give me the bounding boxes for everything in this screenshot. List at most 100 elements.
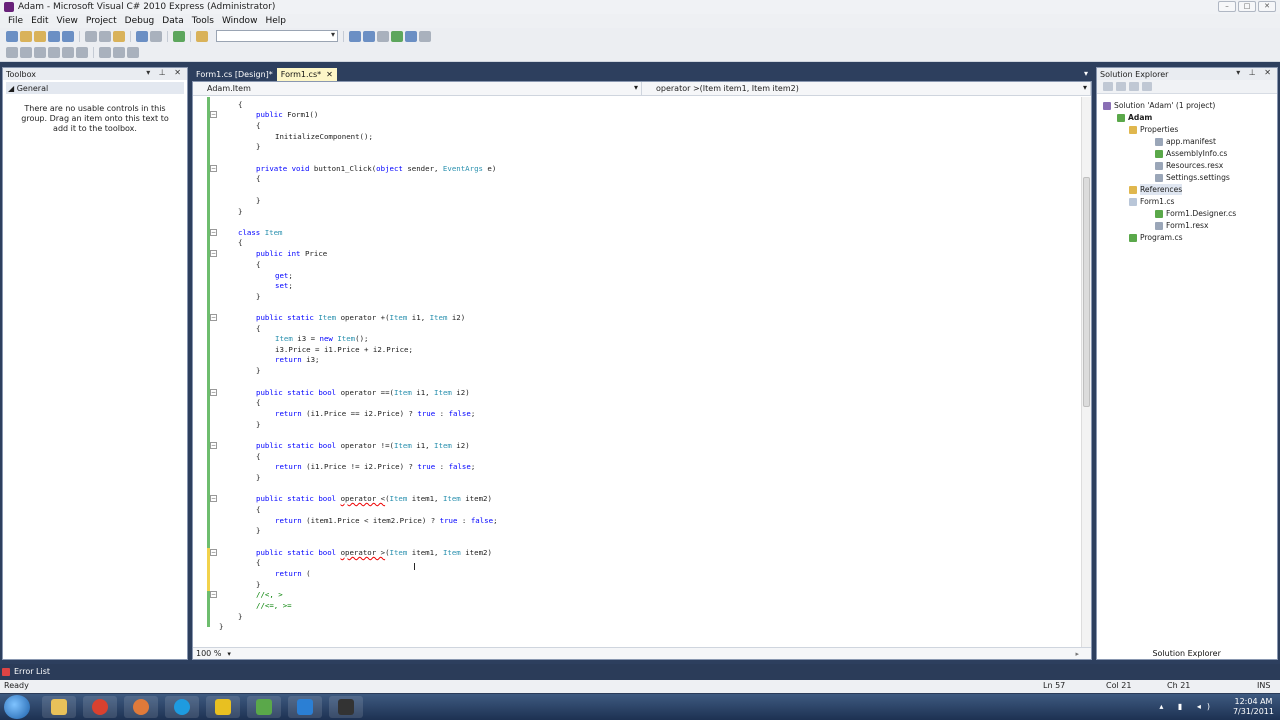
toolbar-options-icon[interactable] — [127, 47, 139, 58]
code-line[interactable]: set; — [193, 281, 1073, 291]
tree-item-form1-designer-file[interactable]: Form1.Designer.cs — [1155, 208, 1236, 219]
start-page-icon[interactable] — [391, 30, 403, 42]
parameter-info-icon[interactable] — [20, 47, 32, 58]
scrollbar-thumb[interactable] — [1083, 177, 1090, 407]
tree-item-form1-file[interactable]: Form1.cs — [1129, 196, 1175, 207]
code-line[interactable]: } — [193, 292, 1073, 302]
tree-item-manifest-file[interactable]: app.manifest — [1155, 136, 1216, 147]
collapse-icon[interactable]: − — [210, 229, 217, 236]
messenger-taskbar-button[interactable] — [206, 696, 240, 718]
code-line[interactable]: { — [193, 505, 1073, 515]
collapse-icon[interactable]: − — [210, 111, 217, 118]
decrease-indent-icon[interactable] — [62, 47, 74, 58]
code-line[interactable]: } — [193, 207, 1073, 217]
error-list-tab[interactable]: Error List — [2, 665, 50, 678]
tab-dropdown-icon[interactable]: ▾ — [1084, 69, 1088, 78]
zoom-level[interactable]: 100 % — [196, 649, 221, 658]
show-all-files-icon[interactable] — [1103, 82, 1113, 91]
code-line[interactable]: public Form1() — [193, 110, 1073, 120]
menu-tools[interactable]: Tools — [188, 16, 218, 26]
save-all-icon[interactable] — [62, 30, 74, 42]
code-line[interactable]: public static bool operator <(Item item1… — [193, 494, 1073, 504]
system-tray-icons[interactable]: ▴ ▮ ◂) — [1159, 702, 1216, 711]
tree-item-solution[interactable]: Solution 'Adam' (1 project) — [1103, 100, 1215, 111]
code-line[interactable]: { — [193, 121, 1073, 131]
chrome-taskbar-button[interactable] — [83, 696, 117, 718]
code-line[interactable]: { — [193, 100, 1073, 110]
menu-help[interactable]: Help — [261, 16, 290, 26]
collapse-icon[interactable]: − — [210, 165, 217, 172]
comment-lines-icon[interactable] — [99, 47, 111, 58]
paste-icon[interactable] — [113, 30, 125, 42]
code-line[interactable]: public int Price — [193, 249, 1073, 259]
tab-form1-code[interactable]: Form1.cs* ✕ — [276, 68, 337, 81]
code-line[interactable]: public static bool operator ==(Item i1, … — [193, 388, 1073, 398]
quick-info-icon[interactable] — [6, 47, 18, 58]
menu-file[interactable]: File — [4, 16, 27, 26]
code-line[interactable]: } — [193, 420, 1073, 430]
menu-data[interactable]: Data — [158, 16, 188, 26]
tree-item-references-folder[interactable]: References — [1129, 184, 1183, 195]
code-line[interactable]: } — [193, 612, 1073, 622]
open-file-icon[interactable] — [34, 30, 46, 42]
code-line[interactable]: { — [193, 558, 1073, 568]
code-line[interactable]: { — [193, 398, 1073, 408]
collapse-icon[interactable]: − — [210, 591, 217, 598]
member-dropdown[interactable]: operator >(Item item1, Item item2) — [642, 82, 1091, 95]
close-tab-icon[interactable]: ✕ — [326, 70, 333, 79]
save-icon[interactable] — [48, 30, 60, 42]
maximize-button[interactable]: □ — [1238, 1, 1256, 12]
scroll-right-icon[interactable]: ▸ — [1075, 650, 1079, 658]
explorer-taskbar-button[interactable] — [42, 696, 76, 718]
code-area[interactable]: {public Form1() {InitializeComponent();} p… — [193, 97, 1081, 645]
code-line[interactable]: Item i3 = new Item(); — [193, 334, 1073, 344]
collapse-icon[interactable]: − — [210, 442, 217, 449]
code-line[interactable]: return i3; — [193, 355, 1073, 365]
refresh-icon[interactable] — [1116, 82, 1126, 91]
code-line[interactable]: } — [193, 526, 1073, 536]
collapse-icon[interactable]: − — [210, 250, 217, 257]
skype-taskbar-button[interactable] — [165, 696, 199, 718]
undo-icon[interactable] — [136, 30, 148, 42]
menu-view[interactable]: View — [53, 16, 82, 26]
menu-edit[interactable]: Edit — [27, 16, 52, 26]
close-button[interactable]: ✕ — [1258, 1, 1276, 12]
uncomment-lines-icon[interactable] — [113, 47, 125, 58]
menu-window[interactable]: Window — [218, 16, 262, 26]
find-in-files-icon[interactable] — [196, 30, 208, 42]
tab-properties[interactable]: Properties — [1100, 649, 1144, 658]
code-line[interactable]: { — [193, 174, 1073, 184]
code-line[interactable]: public static Item operator +(Item i1, I… — [193, 313, 1073, 323]
menu-debug[interactable]: Debug — [121, 16, 159, 26]
tab-solution-explorer[interactable]: Solution Explorer — [1150, 649, 1223, 658]
csharp-taskbar-button[interactable] — [247, 696, 281, 718]
properties-icon[interactable] — [363, 30, 375, 42]
tree-item-properties-folder[interactable]: Properties — [1129, 124, 1178, 135]
code-line[interactable]: public static bool operator >(Item item1… — [193, 548, 1073, 558]
solution-explorer-icon[interactable] — [349, 30, 361, 42]
type-dropdown[interactable]: Adam.Item — [193, 82, 642, 95]
toolbar-options-icon[interactable] — [419, 30, 431, 42]
vertical-scrollbar[interactable] — [1081, 97, 1091, 647]
clock[interactable]: 12:04 AM 7/31/2011 — [1233, 697, 1274, 717]
code-line[interactable]: { — [193, 452, 1073, 462]
toolbox-header-controls[interactable]: ▾ ⊥ ✕ — [146, 68, 184, 77]
find-combo[interactable] — [216, 30, 338, 42]
tree-item-program-file[interactable]: Program.cs — [1129, 232, 1183, 243]
start-debugging-icon[interactable] — [173, 30, 185, 42]
code-line[interactable]: i3.Price = i1.Price + i2.Price; — [193, 345, 1073, 355]
increase-indent-icon[interactable] — [76, 47, 88, 58]
code-line[interactable]: } — [193, 580, 1073, 590]
copy-icon[interactable] — [99, 30, 111, 42]
toolbox-icon[interactable] — [405, 30, 417, 42]
code-line[interactable]: } — [193, 196, 1073, 206]
collapse-icon[interactable]: − — [210, 549, 217, 556]
collapse-icon[interactable]: − — [210, 314, 217, 321]
add-item-icon[interactable] — [20, 30, 32, 42]
cut-icon[interactable] — [85, 30, 97, 42]
code-line[interactable]: } — [193, 366, 1073, 376]
code-line[interactable]: return (i1.Price != i2.Price) ? true : f… — [193, 462, 1073, 472]
start-button[interactable] — [4, 695, 30, 719]
code-line[interactable]: //<=, >= — [193, 601, 1073, 611]
tree-item-project[interactable]: Adam — [1117, 112, 1152, 123]
